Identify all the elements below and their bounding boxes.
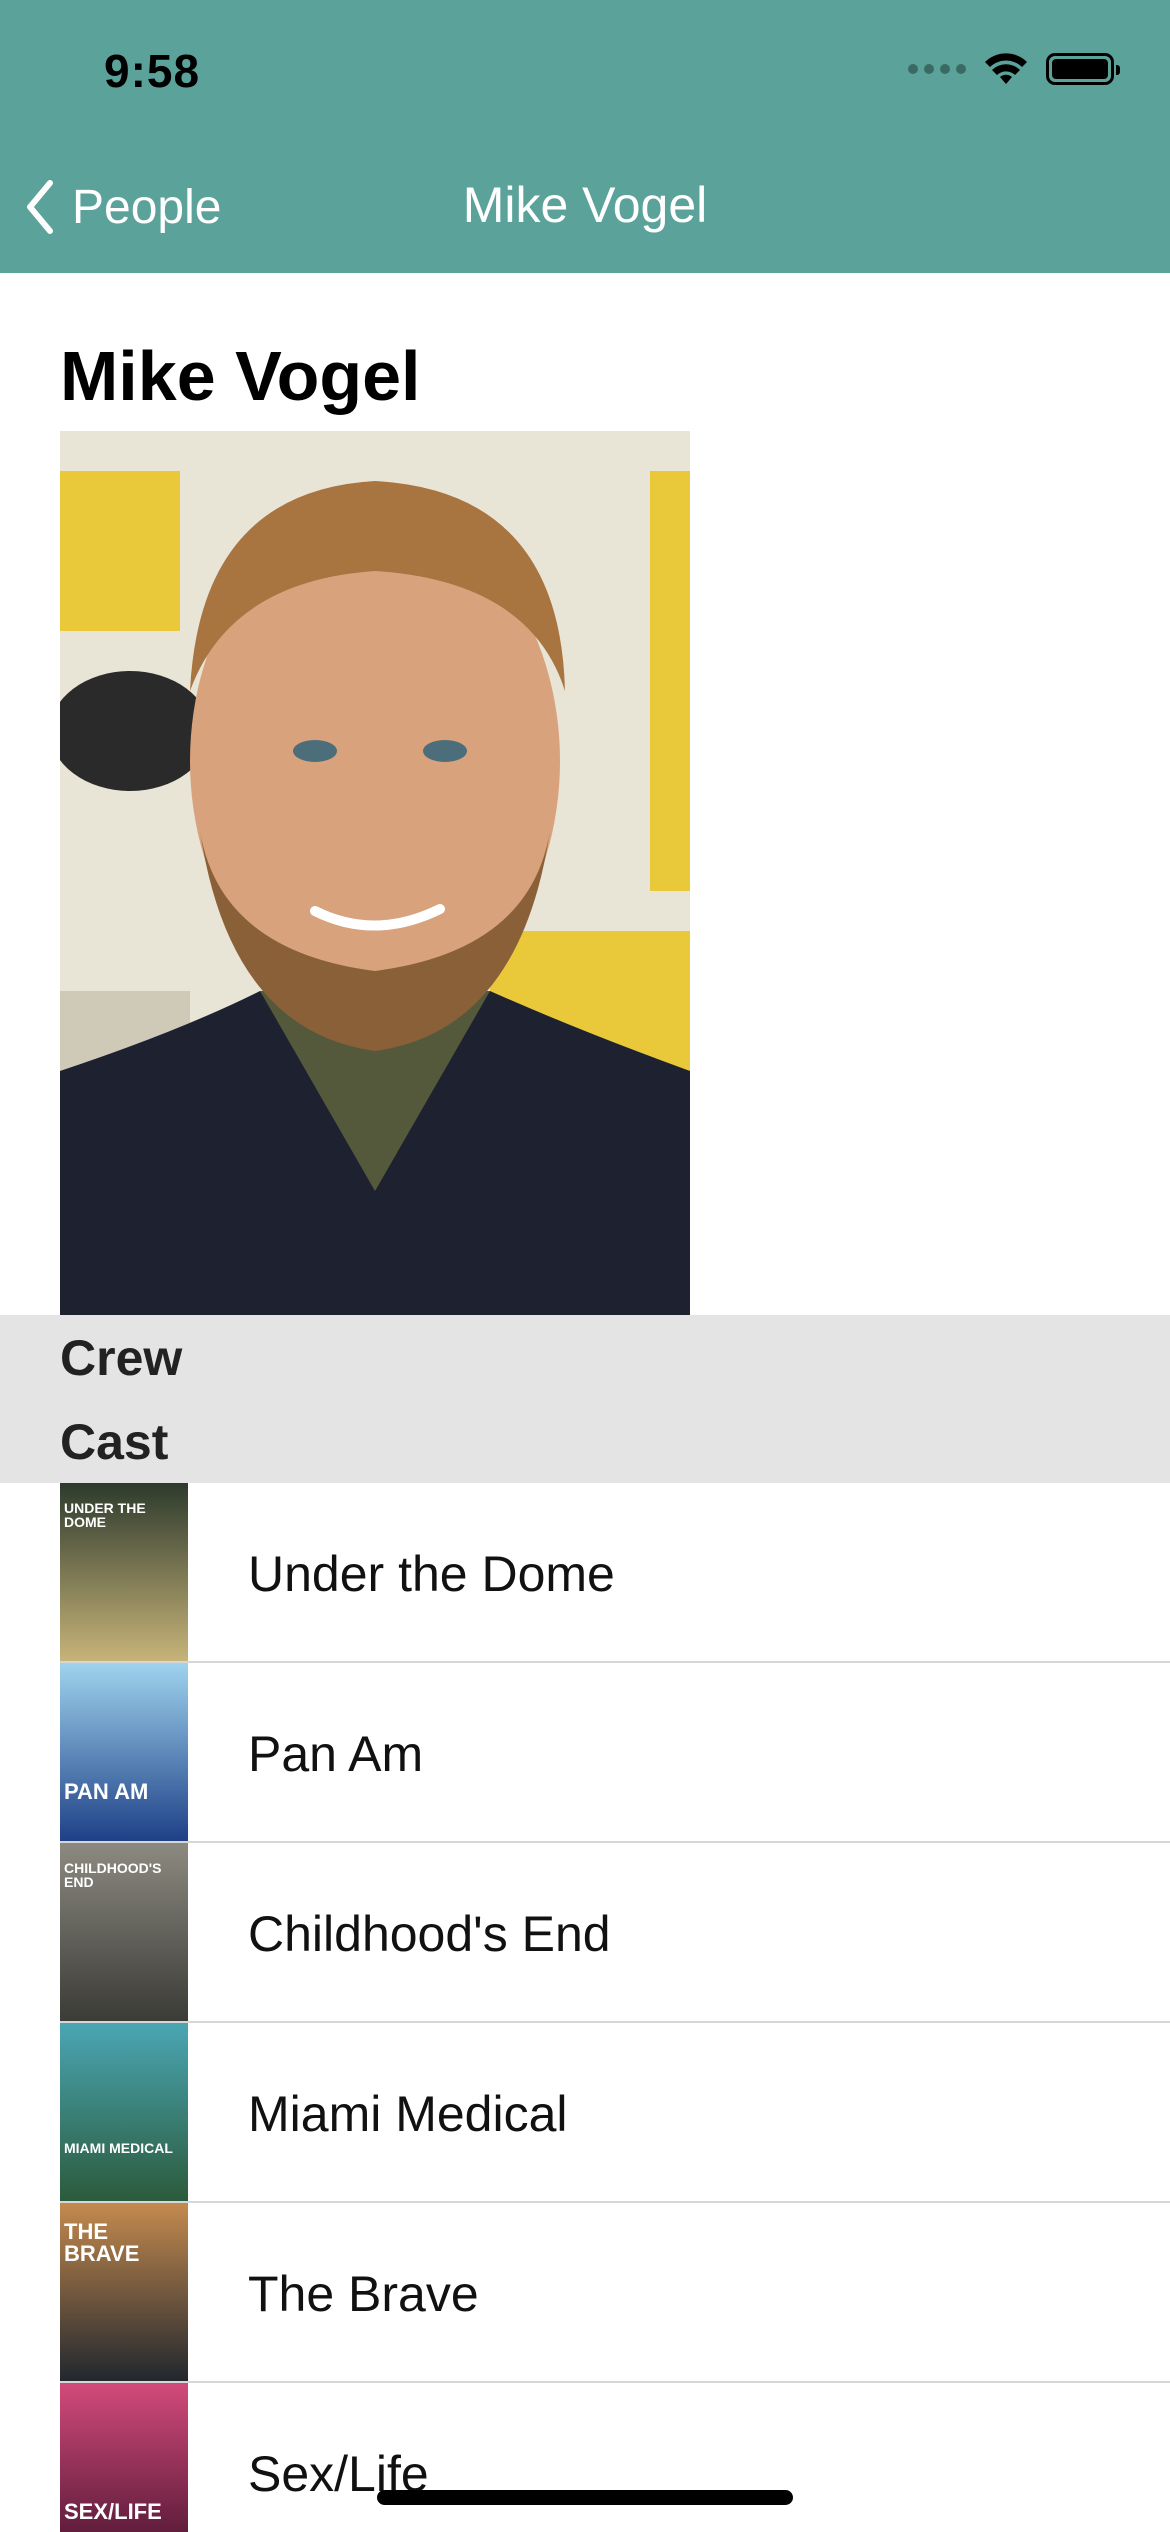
person-photo [60, 431, 690, 1315]
section-header-crew: Crew [60, 1330, 183, 1386]
status-icons [908, 52, 1120, 86]
cast-list-item[interactable]: UNDER THE DOME Under the Dome [0, 1483, 1170, 1663]
wifi-icon [985, 53, 1027, 84]
cast-list: UNDER THE DOME Under the Dome PAN AM Pan Am… [0, 1483, 1170, 2532]
cast-list-item[interactable]: SEX/LIFE Sex/Life [0, 2383, 1170, 2532]
cast-list-item[interactable]: CHILDHOOD'S END Childhood's End [0, 1843, 1170, 2023]
poster-thumbnail: THE BRAVE [60, 2203, 188, 2383]
poster-caption: UNDER THE DOME [64, 1500, 146, 1530]
cast-item-title: Miami Medical [248, 2086, 568, 2142]
page-title: Mike Vogel [60, 337, 421, 415]
cast-item-title: Childhood's End [248, 1906, 611, 1962]
poster-thumbnail: SEX/LIFE [60, 2383, 188, 2532]
poster-thumbnail: UNDER THE DOME [60, 1483, 188, 1663]
poster-thumbnail: PAN AM [60, 1663, 188, 1843]
cast-list-item[interactable]: THE BRAVE The Brave [0, 2203, 1170, 2383]
cellular-signal-icon [908, 64, 966, 74]
section-header-band: Crew Cast [0, 1315, 1170, 1483]
cast-item-title: Under the Dome [248, 1546, 615, 1602]
home-indicator [377, 2490, 793, 2505]
cast-list-item[interactable]: MIAMI MEDICAL Miami Medical [0, 2023, 1170, 2203]
poster-caption: CHILDHOOD'S END [64, 1860, 162, 1890]
poster-caption: MIAMI MEDICAL [64, 2140, 173, 2156]
section-header-cast: Cast [60, 1414, 169, 1470]
poster-caption: PAN AM [64, 1779, 149, 1804]
navigation-bar: 9:58 People Mike Vogel [0, 0, 1170, 273]
cast-item-title: The Brave [248, 2266, 479, 2322]
poster-caption: SEX/LIFE [64, 2499, 162, 2524]
cast-list-item[interactable]: PAN AM Pan Am [0, 1663, 1170, 1843]
poster-thumbnail: MIAMI MEDICAL [60, 2023, 188, 2203]
poster-caption: THE BRAVE [64, 2219, 140, 2266]
nav-title: Mike Vogel [462, 177, 708, 233]
status-time: 9:58 [104, 45, 201, 97]
battery-icon [1046, 53, 1120, 85]
cast-item-title: Pan Am [248, 1726, 424, 1782]
poster-thumbnail: CHILDHOOD'S END [60, 1843, 188, 2023]
